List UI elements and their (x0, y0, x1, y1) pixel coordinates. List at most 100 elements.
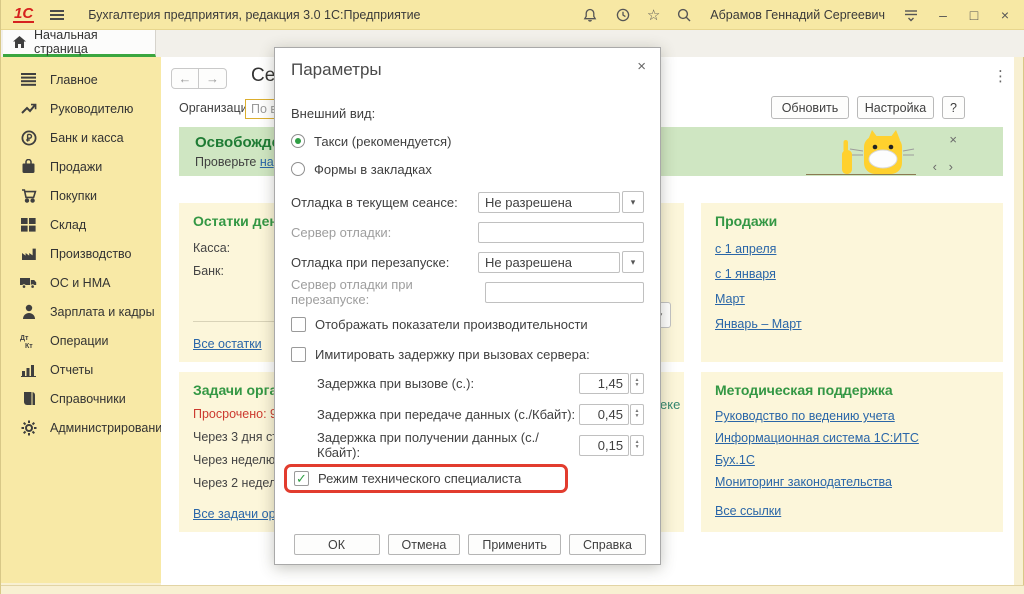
sidebar-item-label: Операции (50, 334, 108, 348)
svg-text:Кт: Кт (25, 343, 33, 349)
tech-mode-highlight: ✓ Режим технического специалиста (284, 464, 568, 493)
settings-button[interactable]: Настройка (857, 96, 934, 119)
banner-next-icon[interactable]: › (949, 159, 953, 174)
tab-home[interactable]: Начальная страница (3, 30, 156, 57)
spinner-buttons[interactable]: ▲▼ (630, 404, 644, 425)
banner-prev-icon[interactable]: ‹ (933, 159, 937, 174)
delay-send-input[interactable]: 0,45 (579, 404, 629, 425)
support-link[interactable]: Руководство по ведению учета (715, 409, 989, 423)
sidebar-item-administration[interactable]: Администрирование (1, 413, 161, 442)
service-menu-icon[interactable] (902, 6, 920, 24)
banner-close-icon[interactable]: × (949, 132, 957, 147)
page-title: Се (251, 65, 275, 87)
delay-send-label: Задержка при передаче данных (с./Кбайт): (317, 407, 575, 422)
sidebar-item-purchases[interactable]: Покупки (1, 181, 161, 210)
sales-link[interactable]: Март (715, 292, 989, 306)
banner-text: Проверьте на (195, 155, 274, 169)
sidebar-item-main[interactable]: Главное (1, 65, 161, 94)
sidebar-item-fixed-assets[interactable]: ОС и НМА (1, 268, 161, 297)
ruble-coin-icon (20, 129, 37, 146)
current-user[interactable]: Абрамов Геннадий Сергеевич (710, 8, 885, 22)
cat-mascot-image (806, 130, 916, 176)
sidebar: Главное Руководителю Банк и касса Продаж… (1, 57, 161, 583)
sections-icon (20, 71, 37, 88)
sidebar-item-sales[interactable]: Продажи (1, 152, 161, 181)
dropdown-arrow-icon[interactable]: ▾ (622, 251, 644, 273)
sidebar-item-reports[interactable]: Отчеты (1, 355, 161, 384)
debug-server-input[interactable] (478, 222, 644, 243)
sidebar-item-label: Главное (50, 73, 98, 87)
sidebar-item-label: Банк и касса (50, 131, 124, 145)
perf-indicators-checkbox[interactable]: Отображать показатели производительности (291, 316, 644, 333)
support-link[interactable]: Мониторинг законодательства (715, 475, 989, 489)
radio-taxi[interactable]: Такси (рекомендуется) (291, 133, 644, 149)
close-window-button[interactable]: × (997, 7, 1013, 23)
window-title: Бухгалтерия предприятия, редакция 3.0 1С… (88, 8, 420, 22)
dialog-title: Параметры (291, 60, 382, 80)
sales-link[interactable]: с 1 января (715, 267, 989, 281)
sidebar-item-label: Склад (50, 218, 86, 232)
main-menu-icon[interactable] (48, 6, 66, 24)
truck-icon (20, 274, 37, 291)
sidebar-item-operations[interactable]: ДтКт Операции (1, 326, 161, 355)
radio-taxi-label: Такси (рекомендуется) (314, 134, 451, 149)
tech-mode-label: Режим технического специалиста (318, 471, 521, 486)
checkbox-unchecked-icon (291, 347, 306, 362)
spin-down-icon[interactable]: ▼ (635, 383, 640, 388)
sidebar-item-manager[interactable]: Руководителю (1, 94, 161, 123)
all-links-link[interactable]: Все ссылки (715, 504, 989, 518)
maximize-button[interactable]: □ (966, 7, 982, 23)
dropdown-arrow-icon[interactable]: ▾ (622, 191, 644, 213)
spinner-buttons[interactable]: ▲▼ (630, 435, 644, 456)
trend-chart-icon (20, 100, 37, 117)
ok-button[interactable]: ОК (294, 534, 380, 555)
window-frame-bottom (1, 585, 1024, 594)
forward-button[interactable]: → (199, 68, 227, 89)
debug-restart-server-input[interactable] (485, 282, 644, 303)
delay-recv-input[interactable]: 0,15 (579, 435, 629, 456)
cancel-button[interactable]: Отмена (388, 534, 461, 555)
back-button[interactable]: ← (171, 68, 199, 89)
delay-call-input[interactable]: 1,45 (579, 373, 629, 394)
sidebar-item-catalogs[interactable]: Справочники (1, 384, 161, 413)
radio-selected-icon (291, 134, 305, 148)
notifications-bell-icon[interactable] (581, 6, 599, 24)
sales-link[interactable]: Январь – Март (715, 317, 989, 331)
support-link[interactable]: Информационная система 1С:ИТС (715, 431, 989, 445)
radio-forms-in-tabs[interactable]: Формы в закладках (291, 161, 644, 177)
favorites-star-icon[interactable]: ☆ (647, 6, 660, 24)
search-icon[interactable] (675, 6, 693, 24)
debug-current-select[interactable]: Не разрешена (478, 192, 620, 213)
debug-restart-select[interactable]: Не разрешена (478, 252, 620, 273)
app-window: 1С Бухгалтерия предприятия, редакция 3.0… (0, 0, 1024, 594)
sidebar-item-label: Производство (50, 247, 132, 261)
spin-down-icon[interactable]: ▼ (635, 445, 640, 450)
spin-down-icon[interactable]: ▼ (635, 414, 640, 419)
bar-chart-icon (20, 361, 37, 378)
sidebar-item-label: Администрирование (50, 421, 169, 435)
sidebar-item-bank[interactable]: Банк и касса (1, 123, 161, 152)
banner-link[interactable]: на (260, 155, 274, 169)
imitate-delay-checkbox[interactable]: Имитировать задержку при вызовах сервера… (291, 346, 644, 363)
radio-tabs-label: Формы в закладках (314, 162, 432, 177)
spinner-buttons[interactable]: ▲▼ (630, 373, 644, 394)
sidebar-item-payroll[interactable]: Зарплата и кадры (1, 297, 161, 326)
apply-button[interactable]: Применить (468, 534, 561, 555)
cart-icon (20, 187, 37, 204)
more-options-icon[interactable]: ⋮ (993, 67, 1008, 85)
refresh-button[interactable]: Обновить (771, 96, 849, 119)
delay-recv-label: Задержка при получении данных (с./Кбайт)… (317, 430, 579, 460)
sidebar-item-warehouse[interactable]: Склад (1, 210, 161, 239)
sidebar-item-production[interactable]: Производство (1, 239, 161, 268)
help-dialog-button[interactable]: Справка (569, 534, 646, 555)
sidebar-item-label: Руководителю (50, 102, 133, 116)
help-button[interactable]: ? (942, 96, 965, 119)
sales-link[interactable]: с 1 апреля (715, 242, 989, 256)
minimize-button[interactable]: – (935, 7, 951, 23)
support-link[interactable]: Бух.1С (715, 453, 989, 467)
dialog-close-icon[interactable]: × (637, 58, 646, 75)
checkbox-checked-icon[interactable]: ✓ (294, 471, 309, 486)
history-icon[interactable] (614, 6, 632, 24)
factory-icon (20, 245, 37, 262)
radio-unselected-icon (291, 162, 305, 176)
